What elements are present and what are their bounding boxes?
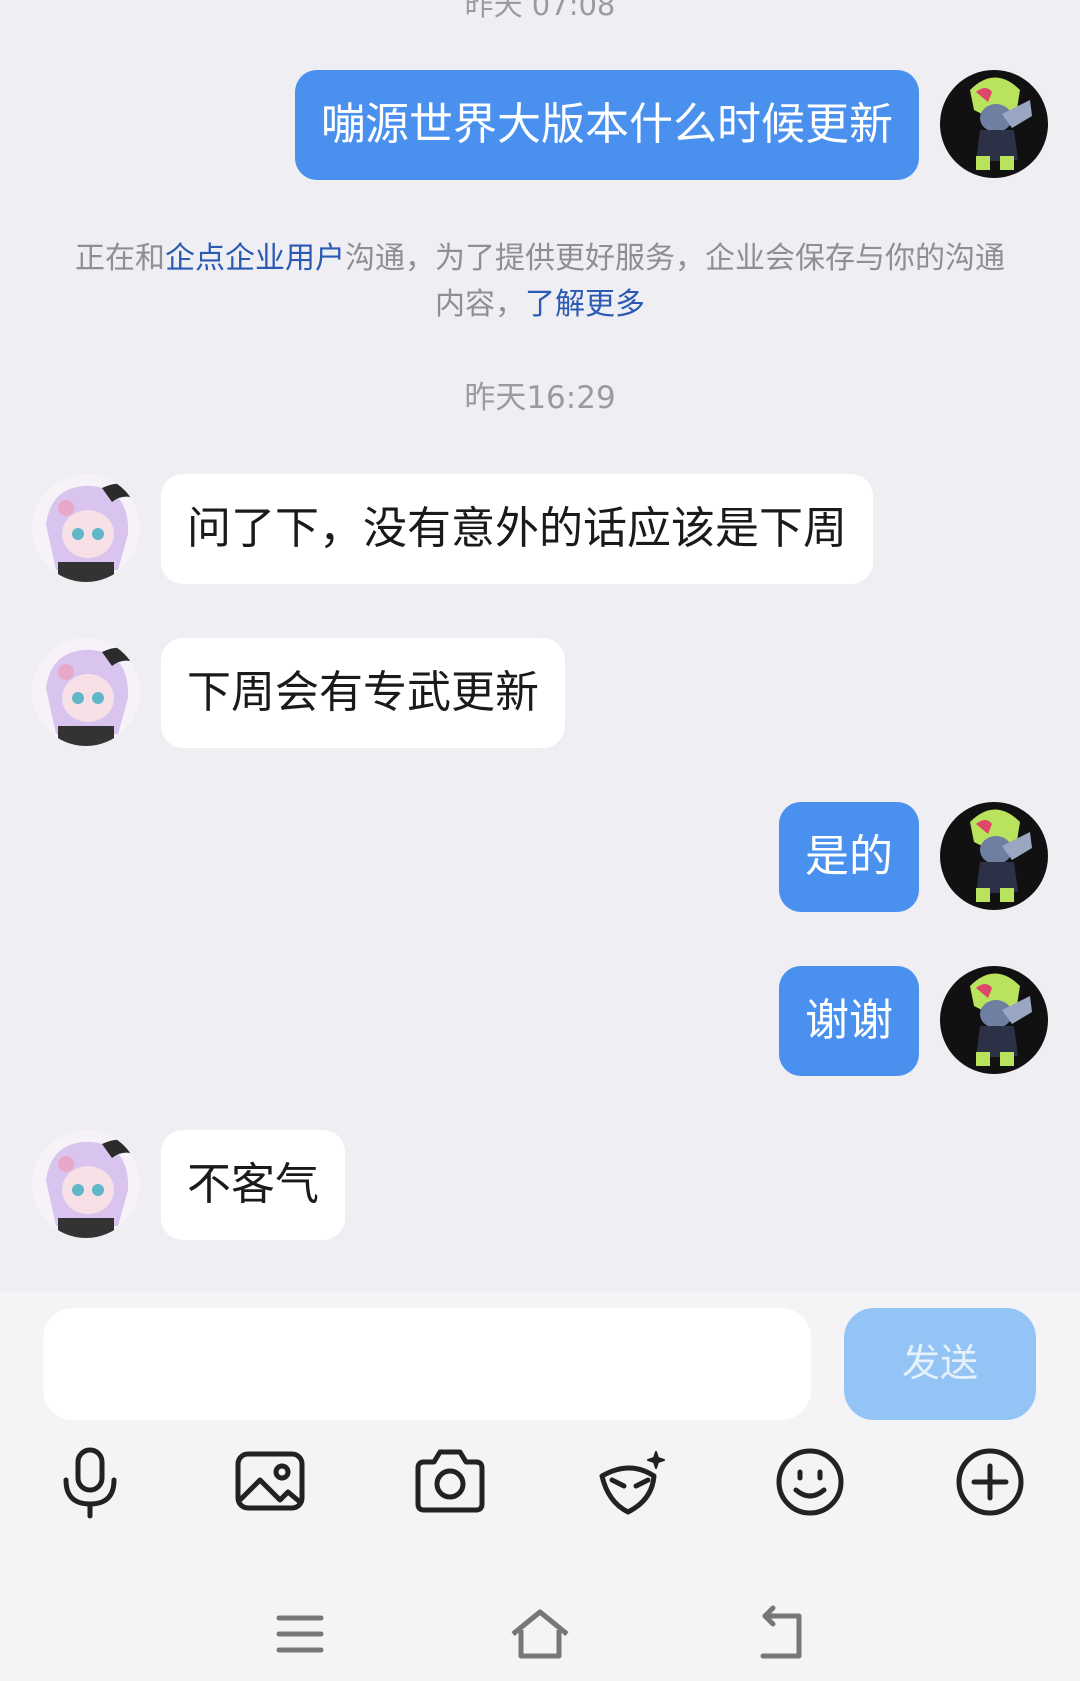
agent-avatar[interactable] [32, 474, 140, 582]
notice-prefix: 正在和 [75, 241, 165, 276]
microphone-icon[interactable] [50, 1442, 130, 1522]
timestamp: 昨天16:29 [464, 380, 616, 416]
image-icon[interactable] [230, 1442, 310, 1522]
plus-icon[interactable] [950, 1442, 1030, 1522]
back-icon[interactable] [745, 1604, 815, 1664]
message-bubble-incoming[interactable]: 下周会有专武更新 [161, 638, 565, 748]
message-input[interactable] [43, 1308, 811, 1420]
message-bubble-outgoing[interactable]: 是的 [779, 802, 919, 912]
sticker-icon[interactable] [590, 1442, 670, 1522]
message-bubble-incoming[interactable]: 不客气 [161, 1130, 345, 1240]
partial-timestamp: 昨天 07:08 [464, 0, 616, 22]
send-button[interactable]: 发送 [844, 1308, 1036, 1420]
message-row: 嘣源世界大版本什么时候更新 [0, 70, 1080, 180]
my-avatar[interactable] [940, 966, 1048, 1074]
chat-screen: 昨天 07:08 嘣源世界大版本什么时候更新 正在和企点企业用户沟通，为了提供更… [0, 0, 1080, 1681]
agent-avatar[interactable] [32, 1130, 140, 1238]
message-bubble-outgoing[interactable]: 谢谢 [779, 966, 919, 1076]
message-row: 不客气 [0, 1130, 1080, 1240]
message-row: 谢谢 [0, 966, 1080, 1076]
notice-middle: 沟通，为了提供更好服务，企业会保存与你的沟通内容， [345, 241, 1005, 322]
message-bubble-incoming[interactable]: 问了下，没有意外的话应该是下周 [161, 474, 873, 584]
message-row: 是的 [0, 802, 1080, 912]
learn-more-link[interactable]: 了解更多 [525, 287, 645, 322]
camera-icon[interactable] [410, 1442, 490, 1522]
emoji-icon[interactable] [770, 1442, 850, 1522]
agent-avatar[interactable] [32, 638, 140, 746]
message-row: 下周会有专武更新 [0, 638, 1080, 748]
my-avatar[interactable] [940, 802, 1048, 910]
my-avatar[interactable] [940, 70, 1048, 178]
message-bubble-outgoing[interactable]: 嘣源世界大版本什么时候更新 [295, 70, 919, 180]
privacy-notice: 正在和企点企业用户沟通，为了提供更好服务，企业会保存与你的沟通内容，了解更多 [70, 236, 1010, 328]
message-row: 问了下，没有意外的话应该是下周 [0, 474, 1080, 584]
composer-panel: 发送 [0, 1292, 1080, 1681]
company-link[interactable]: 企点企业用户 [165, 241, 345, 276]
menu-icon[interactable] [265, 1604, 335, 1664]
home-icon[interactable] [505, 1604, 575, 1664]
